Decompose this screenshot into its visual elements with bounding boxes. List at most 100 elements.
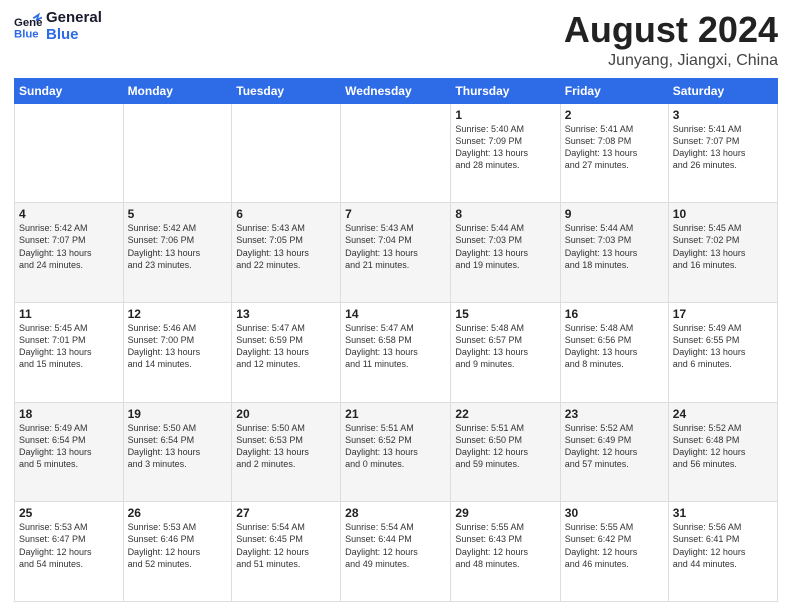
logo-icon: General Blue (14, 13, 42, 41)
day-number: 9 (565, 207, 664, 221)
day-cell: 30Sunrise: 5:55 AM Sunset: 6:42 PM Dayli… (560, 502, 668, 602)
day-number: 5 (128, 207, 228, 221)
day-cell: 20Sunrise: 5:50 AM Sunset: 6:53 PM Dayli… (232, 402, 341, 502)
day-number: 25 (19, 506, 119, 520)
day-cell: 25Sunrise: 5:53 AM Sunset: 6:47 PM Dayli… (15, 502, 124, 602)
day-info: Sunrise: 5:44 AM Sunset: 7:03 PM Dayligh… (455, 222, 555, 271)
day-cell: 14Sunrise: 5:47 AM Sunset: 6:58 PM Dayli… (341, 302, 451, 402)
day-cell: 9Sunrise: 5:44 AM Sunset: 7:03 PM Daylig… (560, 203, 668, 303)
day-cell (15, 103, 124, 203)
day-cell: 22Sunrise: 5:51 AM Sunset: 6:50 PM Dayli… (451, 402, 560, 502)
day-info: Sunrise: 5:45 AM Sunset: 7:01 PM Dayligh… (19, 322, 119, 371)
logo: General Blue General Blue (14, 10, 102, 43)
day-number: 21 (345, 407, 446, 421)
day-cell: 7Sunrise: 5:43 AM Sunset: 7:04 PM Daylig… (341, 203, 451, 303)
day-cell: 5Sunrise: 5:42 AM Sunset: 7:06 PM Daylig… (123, 203, 232, 303)
day-number: 29 (455, 506, 555, 520)
day-cell (123, 103, 232, 203)
day-cell: 3Sunrise: 5:41 AM Sunset: 7:07 PM Daylig… (668, 103, 777, 203)
sub-title: Junyang, Jiangxi, China (564, 52, 778, 70)
day-info: Sunrise: 5:49 AM Sunset: 6:54 PM Dayligh… (19, 422, 119, 471)
day-cell: 12Sunrise: 5:46 AM Sunset: 7:00 PM Dayli… (123, 302, 232, 402)
day-number: 10 (673, 207, 773, 221)
day-info: Sunrise: 5:56 AM Sunset: 6:41 PM Dayligh… (673, 521, 773, 570)
day-cell: 1Sunrise: 5:40 AM Sunset: 7:09 PM Daylig… (451, 103, 560, 203)
title-block: August 2024 Junyang, Jiangxi, China (564, 10, 778, 70)
day-number: 15 (455, 307, 555, 321)
day-number: 4 (19, 207, 119, 221)
week-row-4: 18Sunrise: 5:49 AM Sunset: 6:54 PM Dayli… (15, 402, 778, 502)
day-number: 3 (673, 108, 773, 122)
day-info: Sunrise: 5:51 AM Sunset: 6:52 PM Dayligh… (345, 422, 446, 471)
col-friday: Friday (560, 78, 668, 103)
day-info: Sunrise: 5:45 AM Sunset: 7:02 PM Dayligh… (673, 222, 773, 271)
day-cell: 16Sunrise: 5:48 AM Sunset: 6:56 PM Dayli… (560, 302, 668, 402)
logo-line2: Blue (46, 27, 102, 44)
day-cell: 23Sunrise: 5:52 AM Sunset: 6:49 PM Dayli… (560, 402, 668, 502)
week-row-1: 1Sunrise: 5:40 AM Sunset: 7:09 PM Daylig… (15, 103, 778, 203)
day-number: 8 (455, 207, 555, 221)
day-info: Sunrise: 5:55 AM Sunset: 6:42 PM Dayligh… (565, 521, 664, 570)
day-cell (341, 103, 451, 203)
day-cell: 4Sunrise: 5:42 AM Sunset: 7:07 PM Daylig… (15, 203, 124, 303)
day-info: Sunrise: 5:42 AM Sunset: 7:06 PM Dayligh… (128, 222, 228, 271)
day-info: Sunrise: 5:53 AM Sunset: 6:47 PM Dayligh… (19, 521, 119, 570)
day-cell (232, 103, 341, 203)
day-cell: 6Sunrise: 5:43 AM Sunset: 7:05 PM Daylig… (232, 203, 341, 303)
day-info: Sunrise: 5:42 AM Sunset: 7:07 PM Dayligh… (19, 222, 119, 271)
week-row-3: 11Sunrise: 5:45 AM Sunset: 7:01 PM Dayli… (15, 302, 778, 402)
day-number: 19 (128, 407, 228, 421)
day-number: 20 (236, 407, 336, 421)
day-info: Sunrise: 5:40 AM Sunset: 7:09 PM Dayligh… (455, 123, 555, 172)
week-row-5: 25Sunrise: 5:53 AM Sunset: 6:47 PM Dayli… (15, 502, 778, 602)
day-cell: 19Sunrise: 5:50 AM Sunset: 6:54 PM Dayli… (123, 402, 232, 502)
week-row-2: 4Sunrise: 5:42 AM Sunset: 7:07 PM Daylig… (15, 203, 778, 303)
day-cell: 10Sunrise: 5:45 AM Sunset: 7:02 PM Dayli… (668, 203, 777, 303)
col-thursday: Thursday (451, 78, 560, 103)
day-info: Sunrise: 5:50 AM Sunset: 6:54 PM Dayligh… (128, 422, 228, 471)
main-title: August 2024 (564, 10, 778, 50)
day-cell: 28Sunrise: 5:54 AM Sunset: 6:44 PM Dayli… (341, 502, 451, 602)
day-info: Sunrise: 5:51 AM Sunset: 6:50 PM Dayligh… (455, 422, 555, 471)
day-number: 12 (128, 307, 228, 321)
col-tuesday: Tuesday (232, 78, 341, 103)
day-info: Sunrise: 5:53 AM Sunset: 6:46 PM Dayligh… (128, 521, 228, 570)
day-number: 14 (345, 307, 446, 321)
day-cell: 17Sunrise: 5:49 AM Sunset: 6:55 PM Dayli… (668, 302, 777, 402)
day-info: Sunrise: 5:52 AM Sunset: 6:49 PM Dayligh… (565, 422, 664, 471)
day-number: 24 (673, 407, 773, 421)
day-info: Sunrise: 5:44 AM Sunset: 7:03 PM Dayligh… (565, 222, 664, 271)
day-info: Sunrise: 5:47 AM Sunset: 6:58 PM Dayligh… (345, 322, 446, 371)
logo-line1: General (46, 10, 102, 27)
page: General Blue General Blue August 2024 Ju… (0, 0, 792, 612)
day-number: 23 (565, 407, 664, 421)
day-number: 18 (19, 407, 119, 421)
day-number: 30 (565, 506, 664, 520)
day-cell: 18Sunrise: 5:49 AM Sunset: 6:54 PM Dayli… (15, 402, 124, 502)
col-sunday: Sunday (15, 78, 124, 103)
day-info: Sunrise: 5:48 AM Sunset: 6:56 PM Dayligh… (565, 322, 664, 371)
day-info: Sunrise: 5:41 AM Sunset: 7:08 PM Dayligh… (565, 123, 664, 172)
day-cell: 31Sunrise: 5:56 AM Sunset: 6:41 PM Dayli… (668, 502, 777, 602)
day-number: 7 (345, 207, 446, 221)
calendar-table: Sunday Monday Tuesday Wednesday Thursday… (14, 78, 778, 602)
day-info: Sunrise: 5:54 AM Sunset: 6:44 PM Dayligh… (345, 521, 446, 570)
day-cell: 24Sunrise: 5:52 AM Sunset: 6:48 PM Dayli… (668, 402, 777, 502)
day-number: 6 (236, 207, 336, 221)
day-number: 22 (455, 407, 555, 421)
day-number: 2 (565, 108, 664, 122)
day-info: Sunrise: 5:48 AM Sunset: 6:57 PM Dayligh… (455, 322, 555, 371)
day-number: 31 (673, 506, 773, 520)
day-number: 13 (236, 307, 336, 321)
day-number: 16 (565, 307, 664, 321)
day-cell: 29Sunrise: 5:55 AM Sunset: 6:43 PM Dayli… (451, 502, 560, 602)
day-cell: 27Sunrise: 5:54 AM Sunset: 6:45 PM Dayli… (232, 502, 341, 602)
day-info: Sunrise: 5:47 AM Sunset: 6:59 PM Dayligh… (236, 322, 336, 371)
day-cell: 2Sunrise: 5:41 AM Sunset: 7:08 PM Daylig… (560, 103, 668, 203)
header: General Blue General Blue August 2024 Ju… (14, 10, 778, 70)
day-info: Sunrise: 5:43 AM Sunset: 7:05 PM Dayligh… (236, 222, 336, 271)
day-number: 26 (128, 506, 228, 520)
day-info: Sunrise: 5:50 AM Sunset: 6:53 PM Dayligh… (236, 422, 336, 471)
col-wednesday: Wednesday (341, 78, 451, 103)
day-cell: 8Sunrise: 5:44 AM Sunset: 7:03 PM Daylig… (451, 203, 560, 303)
